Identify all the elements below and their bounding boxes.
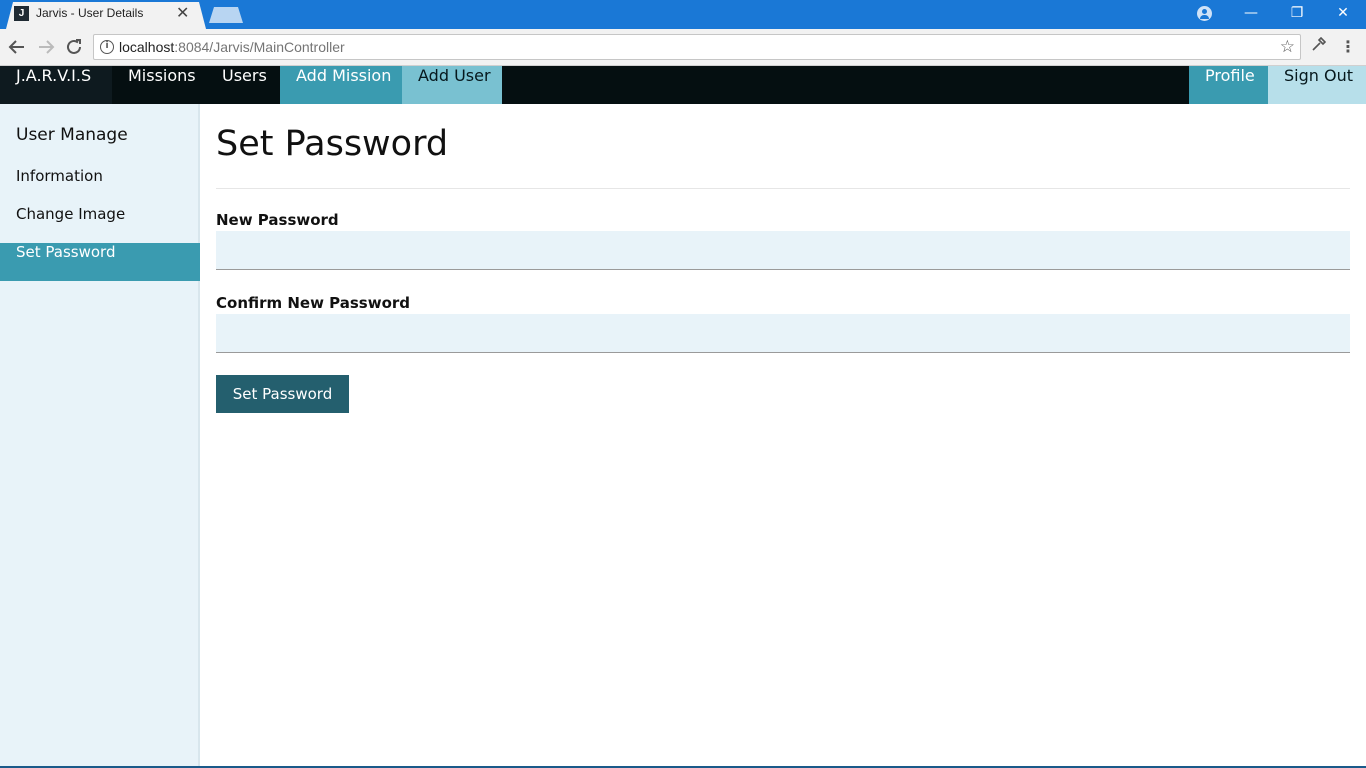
- reload-icon[interactable]: [63, 36, 85, 58]
- sidebar: User Manage Information Change Image Set…: [0, 104, 200, 768]
- new-password-label: New Password: [216, 211, 339, 229]
- account-icon[interactable]: [1197, 6, 1212, 21]
- new-tab-button[interactable]: [209, 7, 243, 23]
- brand-link[interactable]: J.A.R.V.I.S: [0, 66, 112, 104]
- sidebar-item-change-image[interactable]: Change Image: [0, 205, 200, 243]
- kebab-menu-icon[interactable]: ⋮: [1340, 36, 1356, 58]
- new-password-field[interactable]: [216, 231, 1350, 270]
- set-password-button[interactable]: Set Password: [216, 375, 349, 413]
- tab-close-icon[interactable]: ✕: [176, 3, 189, 23]
- browser-titlebar: J Jarvis - User Details ✕ — ❐ ✕: [0, 0, 1366, 29]
- close-window-button[interactable]: ✕: [1320, 0, 1366, 29]
- divider: [216, 188, 1350, 189]
- minimize-button[interactable]: —: [1228, 0, 1274, 29]
- sidebar-heading: User Manage: [16, 125, 128, 145]
- info-icon[interactable]: i: [100, 40, 114, 54]
- back-arrow-icon[interactable]: [6, 36, 28, 58]
- star-icon[interactable]: ☆: [1280, 37, 1295, 57]
- browser-toolbar: i localhost:8084/Jarvis/MainController ☆…: [0, 29, 1366, 66]
- tab-title: Jarvis - User Details: [36, 6, 144, 20]
- nav-sign-out[interactable]: Sign Out: [1268, 66, 1366, 104]
- nav-profile[interactable]: Profile: [1189, 66, 1268, 104]
- url-text: localhost:8084/Jarvis/MainController: [119, 39, 345, 55]
- sidebar-item-information[interactable]: Information: [0, 167, 200, 205]
- nav-add-mission[interactable]: Add Mission: [280, 66, 402, 104]
- nav-users[interactable]: Users: [206, 66, 280, 104]
- nav-missions[interactable]: Missions: [112, 66, 206, 104]
- eyedropper-icon[interactable]: [1310, 36, 1327, 57]
- confirm-password-label: Confirm New Password: [216, 294, 411, 312]
- sidebar-item-set-password[interactable]: Set Password: [0, 243, 200, 281]
- url-path: :8084/Jarvis/MainController: [174, 39, 345, 55]
- restore-button[interactable]: ❐: [1274, 0, 1320, 29]
- confirm-password-field[interactable]: [216, 314, 1350, 353]
- page-title: Set Password: [216, 124, 449, 164]
- nav-add-user[interactable]: Add User: [402, 66, 502, 104]
- favicon-icon: J: [14, 6, 29, 21]
- address-bar[interactable]: i localhost:8084/Jarvis/MainController ☆: [93, 34, 1301, 60]
- app-navbar: J.A.R.V.I.S Missions Users Add Mission A…: [0, 66, 1366, 104]
- url-host: localhost: [119, 39, 175, 55]
- forward-arrow-icon[interactable]: [35, 36, 57, 58]
